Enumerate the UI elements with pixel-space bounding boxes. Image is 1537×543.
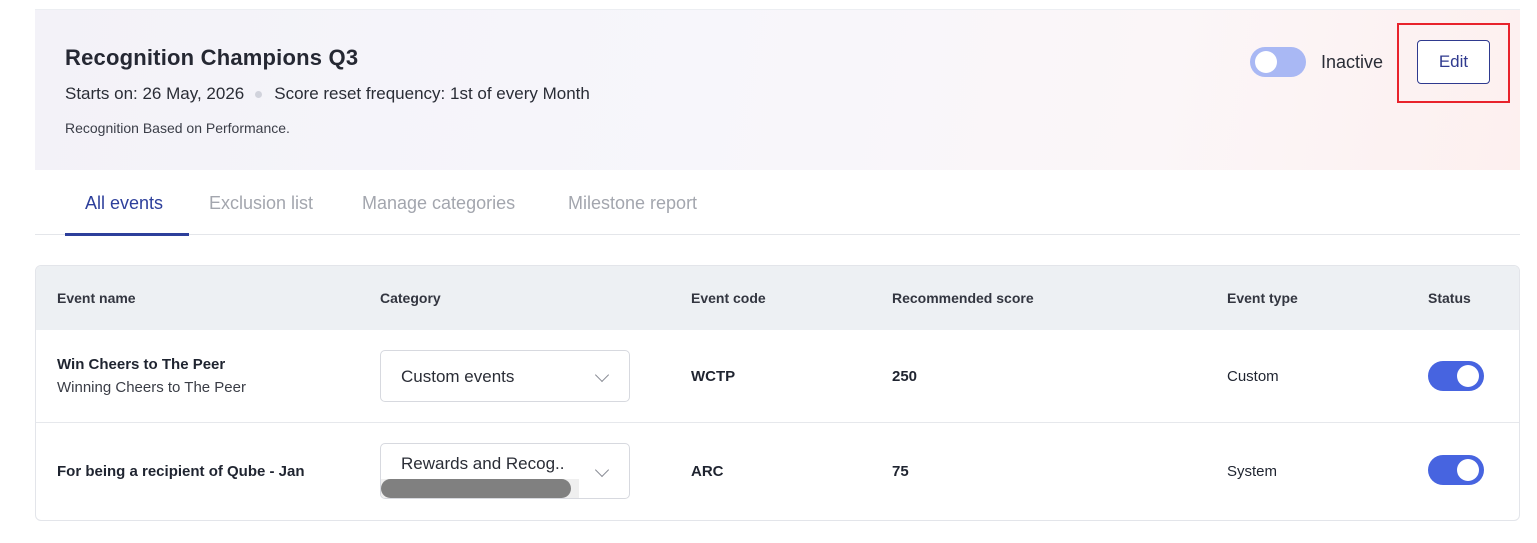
recommended-score: 75 xyxy=(892,463,909,480)
tab-manage-categories[interactable]: Manage categories xyxy=(362,193,515,214)
event-type: System xyxy=(1227,463,1278,480)
column-header-event-name[interactable]: Event name xyxy=(57,290,136,306)
reset-frequency: Score reset frequency: 1st of every Mont… xyxy=(274,84,590,103)
recommended-score: 250 xyxy=(892,368,918,385)
column-header-recommended-score[interactable]: Recommended score xyxy=(892,290,1034,306)
toggle-knob xyxy=(1457,365,1479,387)
tab-milestone-report[interactable]: Milestone report xyxy=(568,193,697,214)
chevron-down-icon xyxy=(594,462,610,478)
edit-button[interactable]: Edit xyxy=(1417,40,1490,84)
meta-separator-dot xyxy=(255,90,263,98)
program-header: Recognition Champions Q3 Starts on: 26 M… xyxy=(35,10,1520,170)
category-select-value: Rewards and Recog.. xyxy=(401,454,565,473)
event-type: Custom xyxy=(1227,368,1279,385)
category-select-value: Custom events xyxy=(401,367,515,386)
toggle-knob xyxy=(1255,51,1277,73)
event-status-toggle[interactable] xyxy=(1428,361,1484,391)
chevron-down-icon xyxy=(594,367,610,383)
event-code: WCTP xyxy=(691,368,736,385)
column-header-category[interactable]: Category xyxy=(380,290,441,306)
toggle-knob xyxy=(1457,459,1479,481)
tab-exclusion-list[interactable]: Exclusion list xyxy=(209,193,313,214)
program-meta: Starts on: 26 May, 2026 Score reset freq… xyxy=(65,84,590,104)
program-status-label: Inactive xyxy=(1321,52,1384,72)
event-status-toggle[interactable] xyxy=(1428,455,1484,485)
program-description: Recognition Based on Performance. xyxy=(65,120,290,136)
table-header: Event name Category Event code Recommend… xyxy=(36,266,1519,330)
event-name: For being a recipient of Qube - Jan xyxy=(57,463,305,480)
category-select[interactable]: Custom events xyxy=(380,350,630,402)
horizontal-scrollbar-thumb[interactable] xyxy=(381,479,571,498)
category-select[interactable]: Rewards and Recog.. xyxy=(380,443,630,499)
event-name: Win Cheers to The Peer xyxy=(57,356,226,373)
column-header-status[interactable]: Status xyxy=(1428,290,1471,306)
page-title: Recognition Champions Q3 xyxy=(65,45,359,70)
event-subtitle: Winning Cheers to The Peer xyxy=(57,379,246,396)
start-date: Starts on: 26 May, 2026 xyxy=(65,84,245,103)
tabs-divider xyxy=(35,234,1520,235)
tab-all-events[interactable]: All events xyxy=(85,193,163,214)
column-header-event-code[interactable]: Event code xyxy=(691,290,766,306)
program-status-toggle[interactable] xyxy=(1250,47,1306,77)
events-table: Event name Category Event code Recommend… xyxy=(35,265,1520,521)
event-code: ARC xyxy=(691,463,724,480)
table-row: Win Cheers to The Peer Winning Cheers to… xyxy=(36,330,1519,422)
active-tab-indicator xyxy=(65,233,189,236)
column-header-event-type[interactable]: Event type xyxy=(1227,290,1298,306)
table-row: For being a recipient of Qube - Jan Rewa… xyxy=(36,423,1519,520)
